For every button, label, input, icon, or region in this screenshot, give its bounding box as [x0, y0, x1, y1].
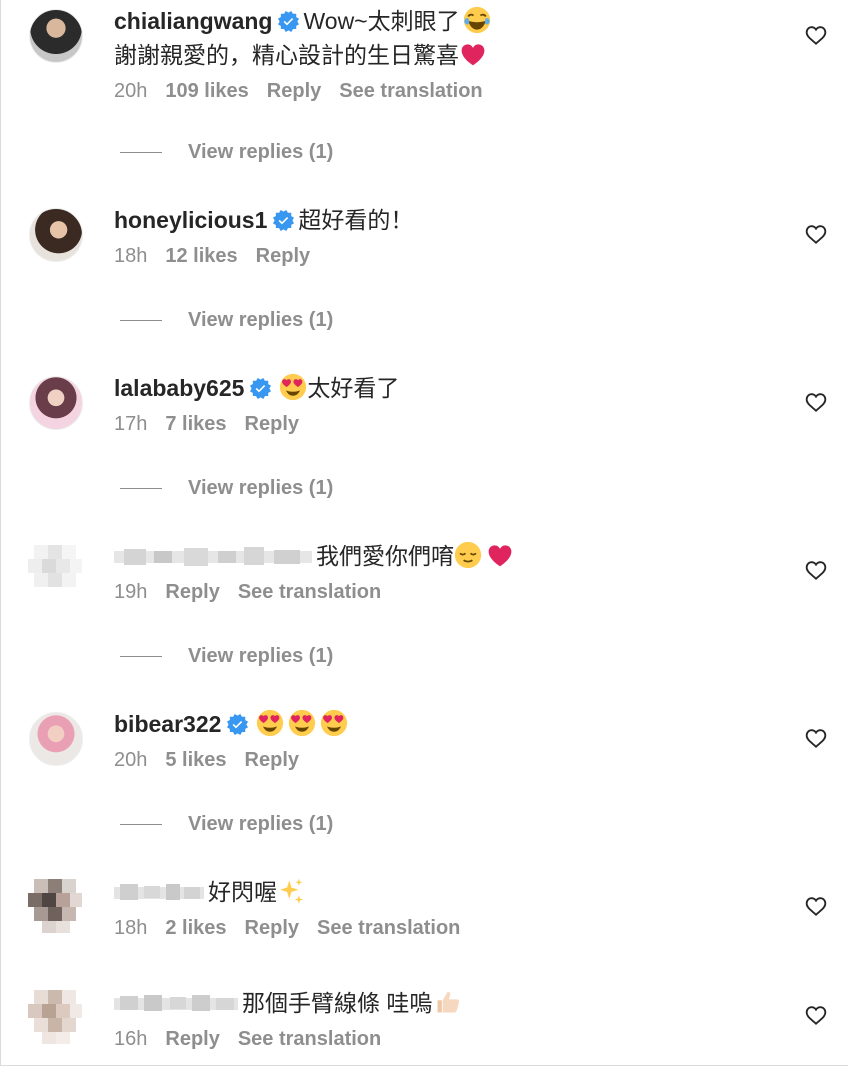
see-translation-button[interactable]: See translation	[339, 80, 482, 102]
view-replies-label: View replies (1)	[188, 813, 334, 835]
likes-count[interactable]: 12 likes	[165, 245, 237, 267]
view-replies-label: View replies (1)	[188, 141, 334, 163]
view-replies-label: View replies (1)	[188, 309, 334, 331]
heart-eyes-emoji-icon	[256, 709, 284, 737]
view-replies-button[interactable]: View replies (1)	[120, 477, 333, 500]
comment-time[interactable]: 17h	[114, 413, 147, 435]
heart-eyes-emoji-icon	[279, 373, 307, 401]
sparkles-emoji-icon	[277, 877, 305, 905]
see-translation-button[interactable]: See translation	[317, 917, 460, 939]
reply-button[interactable]: Reply	[165, 581, 219, 603]
comment-item: chialiangwang Wow~太刺眼了 謝謝親愛的，精心設計的生日驚喜 20…	[0, 4, 848, 164]
divider-line	[120, 320, 162, 322]
reply-button[interactable]: Reply	[245, 749, 299, 771]
red-heart-emoji-icon	[486, 541, 514, 569]
divider-line	[120, 152, 162, 154]
like-heart-icon[interactable]	[805, 24, 827, 46]
thumbs-up-emoji-icon	[434, 988, 462, 1016]
comment-text: 好閃喔	[208, 879, 277, 905]
comment-item: 好閃喔 18h 2 likes Reply See translation	[0, 875, 848, 975]
view-replies-button[interactable]: View replies (1)	[120, 645, 333, 668]
like-heart-icon[interactable]	[805, 727, 827, 749]
avatar-blurred[interactable]	[24, 875, 86, 937]
view-replies-button[interactable]: View replies (1)	[120, 813, 333, 836]
blurred-username[interactable]	[114, 881, 204, 903]
username-link[interactable]: lalababy625	[114, 375, 244, 401]
comment-time[interactable]: 18h	[114, 245, 147, 267]
view-replies-button[interactable]: View replies (1)	[120, 141, 333, 164]
comment-time[interactable]: 18h	[114, 917, 147, 939]
comment-text: 我們愛你們唷	[316, 543, 454, 569]
likes-count[interactable]: 2 likes	[165, 917, 226, 939]
likes-count[interactable]: 5 likes	[165, 749, 226, 771]
relieved-emoji-icon	[454, 541, 482, 569]
likes-count[interactable]: 109 likes	[165, 80, 248, 102]
avatar-blurred[interactable]	[24, 539, 86, 601]
avatar[interactable]	[29, 712, 83, 766]
like-heart-icon[interactable]	[805, 223, 827, 245]
divider-line	[120, 488, 162, 490]
like-heart-icon[interactable]	[805, 391, 827, 413]
like-heart-icon[interactable]	[805, 1004, 827, 1026]
blurred-username[interactable]	[114, 992, 238, 1014]
divider-line	[120, 656, 162, 658]
username-link[interactable]: honeylicious1	[114, 207, 267, 233]
comment-item: 我們愛你們唷 19h Reply See translation View repl…	[0, 539, 848, 669]
blurred-username[interactable]	[114, 545, 312, 567]
comment-item: bibear322 20h 5 likes Reply View replies (…	[0, 707, 848, 837]
comment-item: lalababy625 太好看了 17h 7 likes Reply View rep…	[0, 371, 848, 501]
avatar-blurred[interactable]	[24, 986, 86, 1048]
verified-badge-icon	[273, 210, 294, 231]
heart-eyes-emoji-icon	[320, 709, 348, 737]
comment-time[interactable]: 20h	[114, 749, 147, 771]
username-link[interactable]: chialiangwang	[114, 8, 272, 34]
view-replies-label: View replies (1)	[188, 645, 334, 667]
avatar[interactable]	[29, 9, 83, 63]
username-link[interactable]: bibear322	[114, 711, 221, 737]
comment-text-line2: 謝謝親愛的，精心設計的生日驚喜	[114, 42, 459, 68]
avatar[interactable]	[29, 376, 83, 430]
see-translation-button[interactable]: See translation	[238, 581, 381, 603]
reply-button[interactable]: Reply	[256, 245, 310, 267]
comment-item: honeylicious1 超好看的！ 18h 12 likes Reply View…	[0, 203, 848, 333]
comment-time[interactable]: 20h	[114, 80, 147, 102]
comment-text: 那個手臂線條 哇嗚	[242, 990, 433, 1016]
laughing-emoji-icon	[463, 6, 491, 34]
red-heart-emoji-icon	[459, 40, 487, 68]
reply-button[interactable]: Reply	[245, 413, 299, 435]
heart-eyes-emoji-icon	[288, 709, 316, 737]
like-heart-icon[interactable]	[805, 559, 827, 581]
comment-text: 太好看了	[307, 375, 400, 401]
likes-count[interactable]: 7 likes	[165, 413, 226, 435]
comment-text: 超好看的！	[298, 207, 414, 233]
reply-button[interactable]: Reply	[165, 1028, 219, 1050]
view-replies-button[interactable]: View replies (1)	[120, 309, 333, 332]
see-translation-button[interactable]: See translation	[238, 1028, 381, 1050]
reply-button[interactable]: Reply	[267, 80, 321, 102]
avatar[interactable]	[29, 208, 83, 262]
view-replies-label: View replies (1)	[188, 477, 334, 499]
comment-item: 那個手臂線條 哇嗚 16h Reply See translation	[0, 986, 848, 1066]
verified-badge-icon	[278, 11, 299, 32]
verified-badge-icon	[250, 378, 271, 399]
like-heart-icon[interactable]	[805, 895, 827, 917]
divider-line	[120, 824, 162, 826]
comment-text: Wow~太刺眼了	[303, 8, 460, 34]
verified-badge-icon	[227, 714, 248, 735]
comment-time[interactable]: 19h	[114, 581, 147, 603]
comment-time[interactable]: 16h	[114, 1028, 147, 1050]
reply-button[interactable]: Reply	[245, 917, 299, 939]
